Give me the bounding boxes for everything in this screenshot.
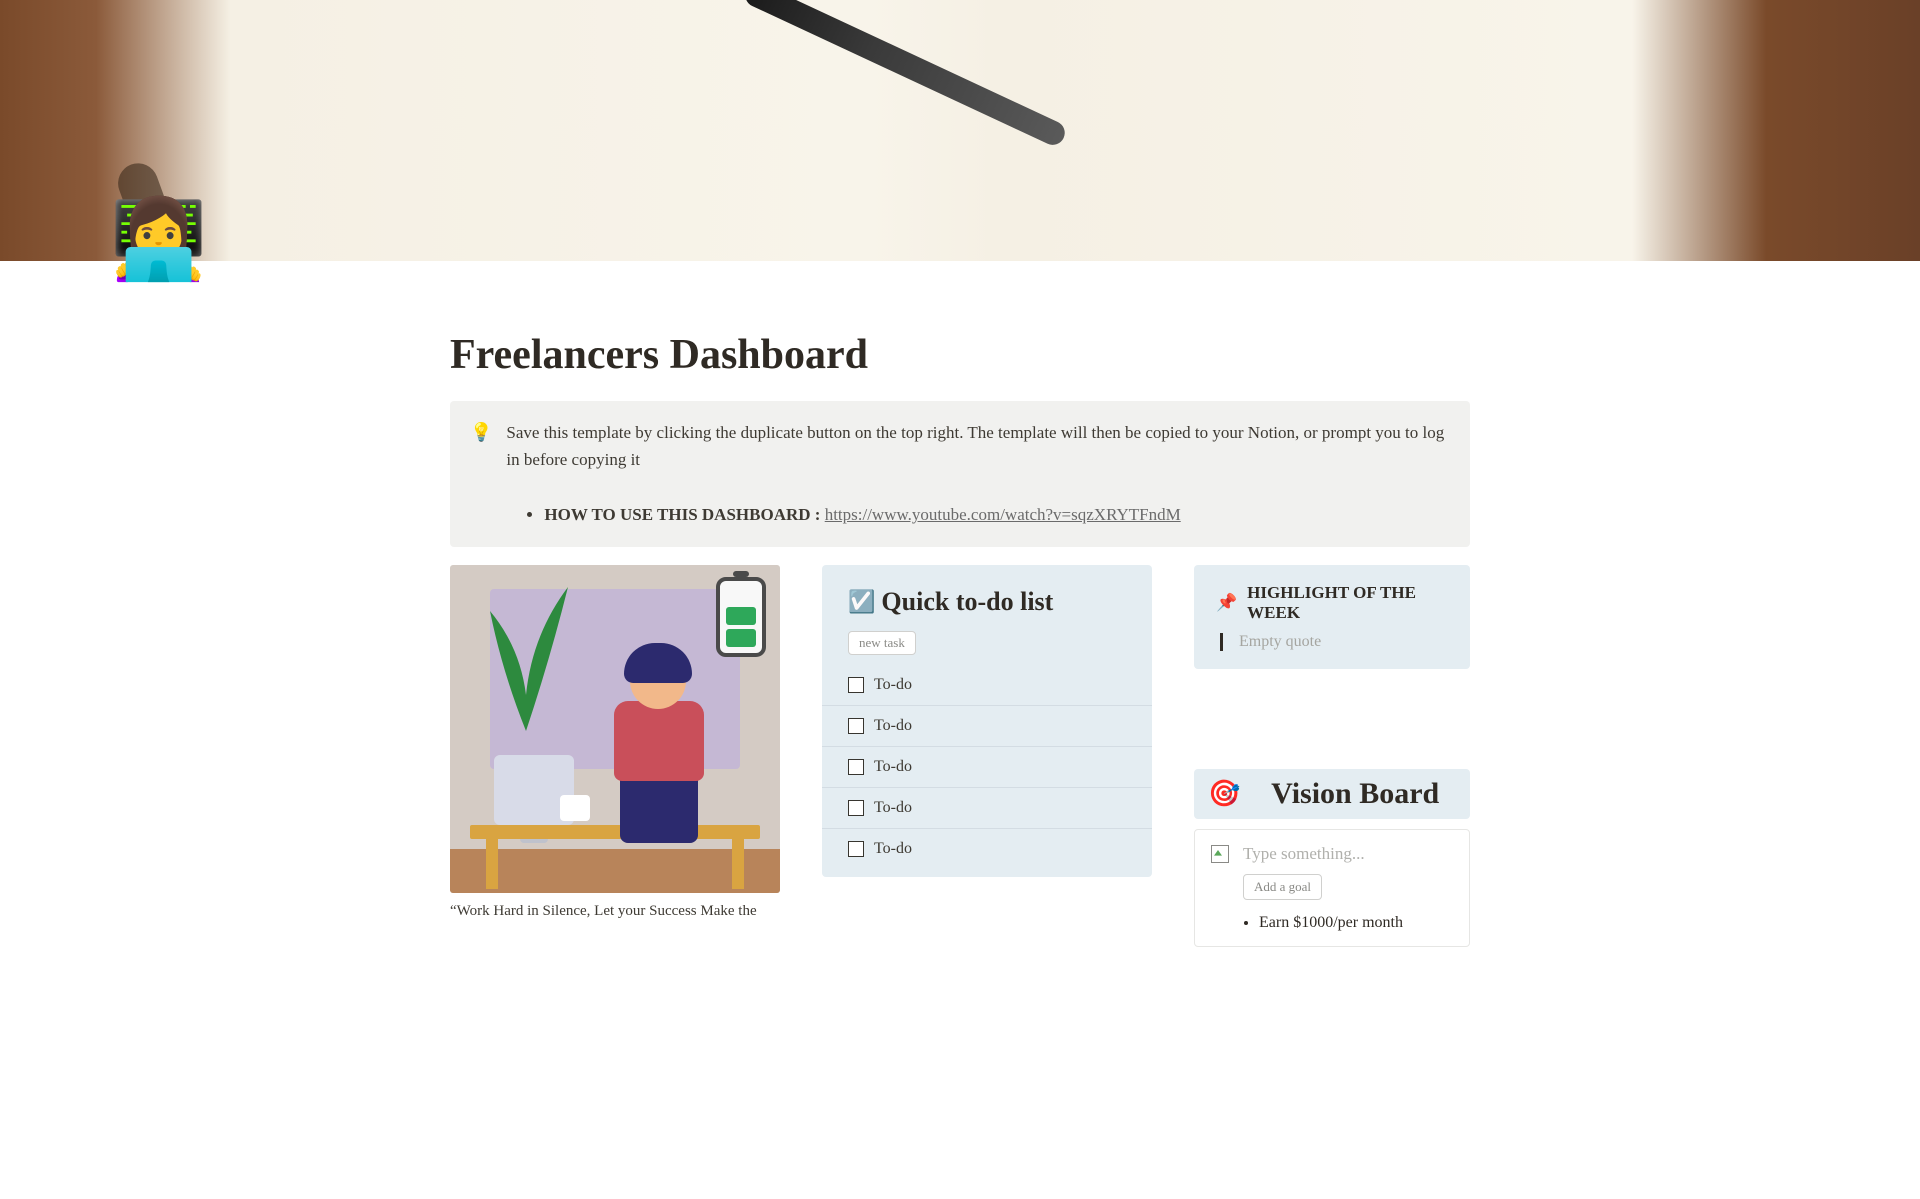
todo-label: To-do xyxy=(874,676,912,694)
quote-block[interactable]: Empty quote xyxy=(1220,633,1448,651)
callout-text: Save this template by clicking the dupli… xyxy=(506,423,1444,469)
new-task-button[interactable]: new task xyxy=(848,631,916,655)
highlight-panel: 📌 HIGHLIGHT OF THE WEEK Empty quote xyxy=(1194,565,1470,669)
todo-panel: ☑️ Quick to-do list new task To-do To-do xyxy=(822,565,1152,877)
quote-placeholder: Empty quote xyxy=(1239,633,1321,650)
todo-list: To-do To-do To-do To-do xyxy=(822,665,1152,869)
todo-item[interactable]: To-do xyxy=(822,829,1152,869)
todo-item[interactable]: To-do xyxy=(822,788,1152,829)
lightbulb-icon: 💡 xyxy=(470,419,492,529)
todo-checkbox[interactable] xyxy=(848,677,864,693)
broken-image-icon xyxy=(1211,845,1229,863)
todo-checkbox[interactable] xyxy=(848,759,864,775)
illustration-caption: “Work Hard in Silence, Let your Success … xyxy=(450,901,780,922)
todo-heading[interactable]: ☑️ Quick to-do list xyxy=(848,587,1126,617)
howto-label: HOW TO USE THIS DASHBOARD : xyxy=(544,505,820,524)
checkbox-icon: ☑️ xyxy=(848,589,875,615)
pushpin-icon: 📌 xyxy=(1216,593,1237,613)
todo-checkbox[interactable] xyxy=(848,800,864,816)
todo-item[interactable]: To-do xyxy=(822,706,1152,747)
todo-checkbox[interactable] xyxy=(848,841,864,857)
callout-block[interactable]: 💡 Save this template by clicking the dup… xyxy=(450,401,1470,547)
cover-image xyxy=(0,0,1920,261)
howto-item: HOW TO USE THIS DASHBOARD : https://www.… xyxy=(544,501,1450,528)
illustration-image xyxy=(450,565,780,893)
add-goal-button[interactable]: Add a goal xyxy=(1243,874,1322,900)
todo-heading-text: Quick to-do list xyxy=(881,587,1053,617)
highlight-label: HIGHLIGHT OF THE WEEK xyxy=(1247,583,1448,623)
vision-goal[interactable]: Earn $1000/per month xyxy=(1259,914,1453,932)
page-emoji-icon: 👩‍💻 xyxy=(110,195,207,283)
vision-card[interactable]: Type something... Add a goal Earn $1000/… xyxy=(1194,829,1470,947)
todo-label: To-do xyxy=(874,758,912,776)
type-placeholder[interactable]: Type something... xyxy=(1243,844,1365,864)
todo-label: To-do xyxy=(874,717,912,735)
todo-label: To-do xyxy=(874,840,912,858)
vision-header: 🎯 Vision Board xyxy=(1194,769,1470,819)
howto-link[interactable]: https://www.youtube.com/watch?v=sqzXRYTF… xyxy=(825,505,1181,524)
target-icon: 🎯 xyxy=(1208,778,1240,809)
vision-title[interactable]: Vision Board xyxy=(1254,777,1456,811)
todo-item[interactable]: To-do xyxy=(822,747,1152,788)
page-title[interactable]: Freelancers Dashboard xyxy=(450,331,1470,379)
todo-label: To-do xyxy=(874,799,912,817)
page-icon[interactable]: 👩‍💻 xyxy=(110,200,198,300)
todo-item[interactable]: To-do xyxy=(822,665,1152,706)
todo-checkbox[interactable] xyxy=(848,718,864,734)
